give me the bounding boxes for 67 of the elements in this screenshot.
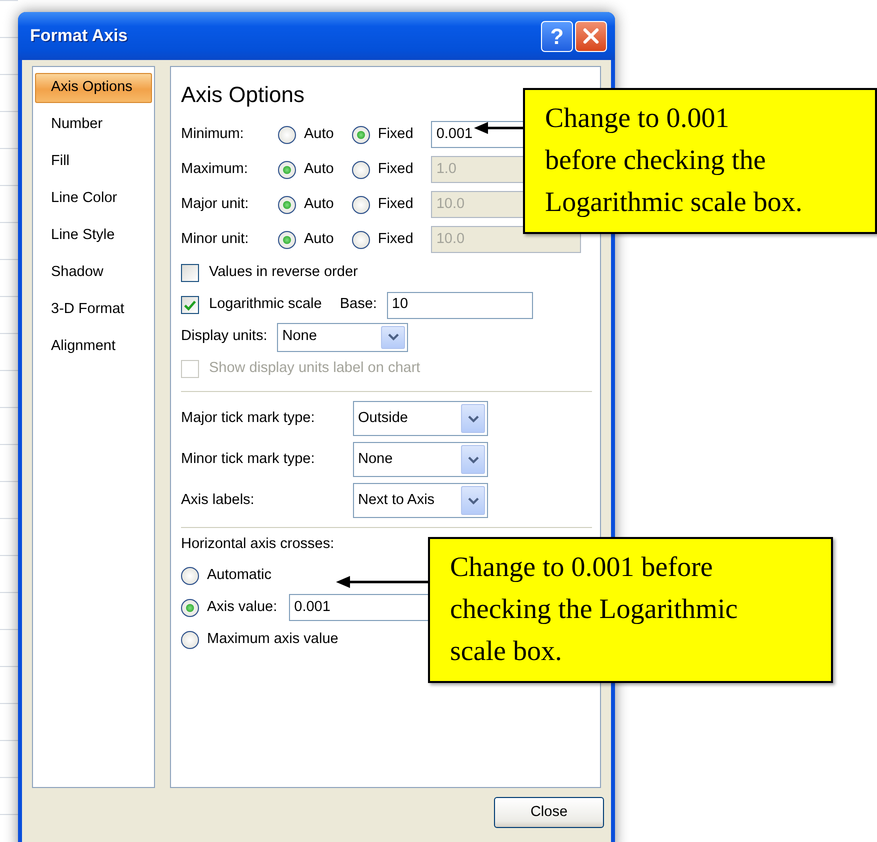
field-label: Display units: <box>181 327 268 346</box>
checkbox-label: Logarithmic scale <box>209 295 322 314</box>
radio-label: Auto <box>304 160 334 179</box>
radio-label: Axis value: <box>207 598 278 617</box>
radio-button[interactable] <box>181 566 199 585</box>
radio-label: Auto <box>304 124 334 144</box>
sidebar-item[interactable]: Line Style <box>35 221 152 251</box>
field-label: Base: <box>340 295 377 314</box>
input-field[interactable]: 10 <box>386 292 533 318</box>
chevron-icon <box>468 496 478 504</box>
checkbox-label: Show display units label on chart <box>209 359 420 378</box>
sidebar-item[interactable]: Alignment <box>35 332 152 362</box>
radio-button[interactable] <box>352 160 370 178</box>
radio-label: Auto <box>304 230 334 249</box>
checkbox-label: Values in reverse order <box>209 263 358 282</box>
radio-button[interactable] <box>352 196 370 214</box>
chevron-icon <box>468 456 478 464</box>
radio-button[interactable] <box>278 126 296 144</box>
field-label: Minor tick mark type: <box>181 450 316 469</box>
radio-button[interactable] <box>181 630 199 649</box>
dropdown[interactable]: None <box>277 322 408 352</box>
callout-tooltip: Change to 0.001 before checking the Logarithmic scale box. <box>428 537 833 683</box>
radio-button[interactable] <box>352 126 370 144</box>
sidebar-item[interactable]: Axis Options <box>35 73 152 103</box>
radio-button[interactable] <box>181 598 199 617</box>
field-label: Axis labels: <box>181 490 256 510</box>
radio-label: Fixed <box>378 124 414 144</box>
chevron-icon <box>468 414 478 422</box>
checkbox[interactable] <box>181 296 199 314</box>
sidebar-item[interactable]: Number <box>35 110 152 140</box>
radio-button[interactable] <box>352 230 370 248</box>
radio-label: Fixed <box>378 230 414 249</box>
radio-button[interactable] <box>278 196 296 214</box>
close-button[interactable] <box>575 20 607 52</box>
dropdown[interactable]: Outside <box>353 401 488 436</box>
radio-label: Automatic <box>207 566 272 585</box>
dropdown[interactable]: None <box>353 442 488 477</box>
radio-button[interactable] <box>278 160 296 178</box>
radio-button[interactable] <box>278 230 296 248</box>
field-label: Major tick mark type: <box>181 408 316 428</box>
sidebar-item[interactable]: 3-D Format <box>35 295 152 325</box>
close-dialog-button[interactable]: Close <box>494 797 604 828</box>
dropdown-button[interactable] <box>461 404 485 433</box>
checkbox[interactable] <box>181 264 199 282</box>
window-title: Format Axis <box>30 25 129 48</box>
group-label: Horizontal axis crosses: <box>181 535 336 554</box>
radio-label: Fixed <box>378 194 414 214</box>
callout-tooltip: Change to 0.001 before checking the Logarithmic scale box. <box>523 88 877 234</box>
arrow-tooltip <box>474 121 523 135</box>
section-title: Axis Options <box>181 81 306 109</box>
chevron-icon <box>388 333 399 341</box>
help-button[interactable]: ? <box>541 20 573 52</box>
field-label: Maximum: <box>181 160 249 179</box>
sidebar-item[interactable]: Fill <box>35 147 152 177</box>
field-label: Minimum: <box>181 124 245 144</box>
radio-label: Maximum axis value <box>207 630 338 649</box>
sidebar-item[interactable]: Line Color <box>35 184 152 214</box>
radio-label: Auto <box>304 194 334 214</box>
field-label: Minor unit: <box>181 230 250 249</box>
dropdown-button[interactable] <box>461 445 485 474</box>
field-label: Major unit: <box>181 194 250 214</box>
dropdown-button[interactable] <box>381 326 406 348</box>
close-icon <box>582 27 600 45</box>
radio-label: Fixed <box>378 160 414 179</box>
sidebar-item[interactable]: Shadow <box>35 258 152 288</box>
dropdown[interactable]: Next to Axis <box>353 483 488 518</box>
dropdown-button[interactable] <box>461 486 485 515</box>
